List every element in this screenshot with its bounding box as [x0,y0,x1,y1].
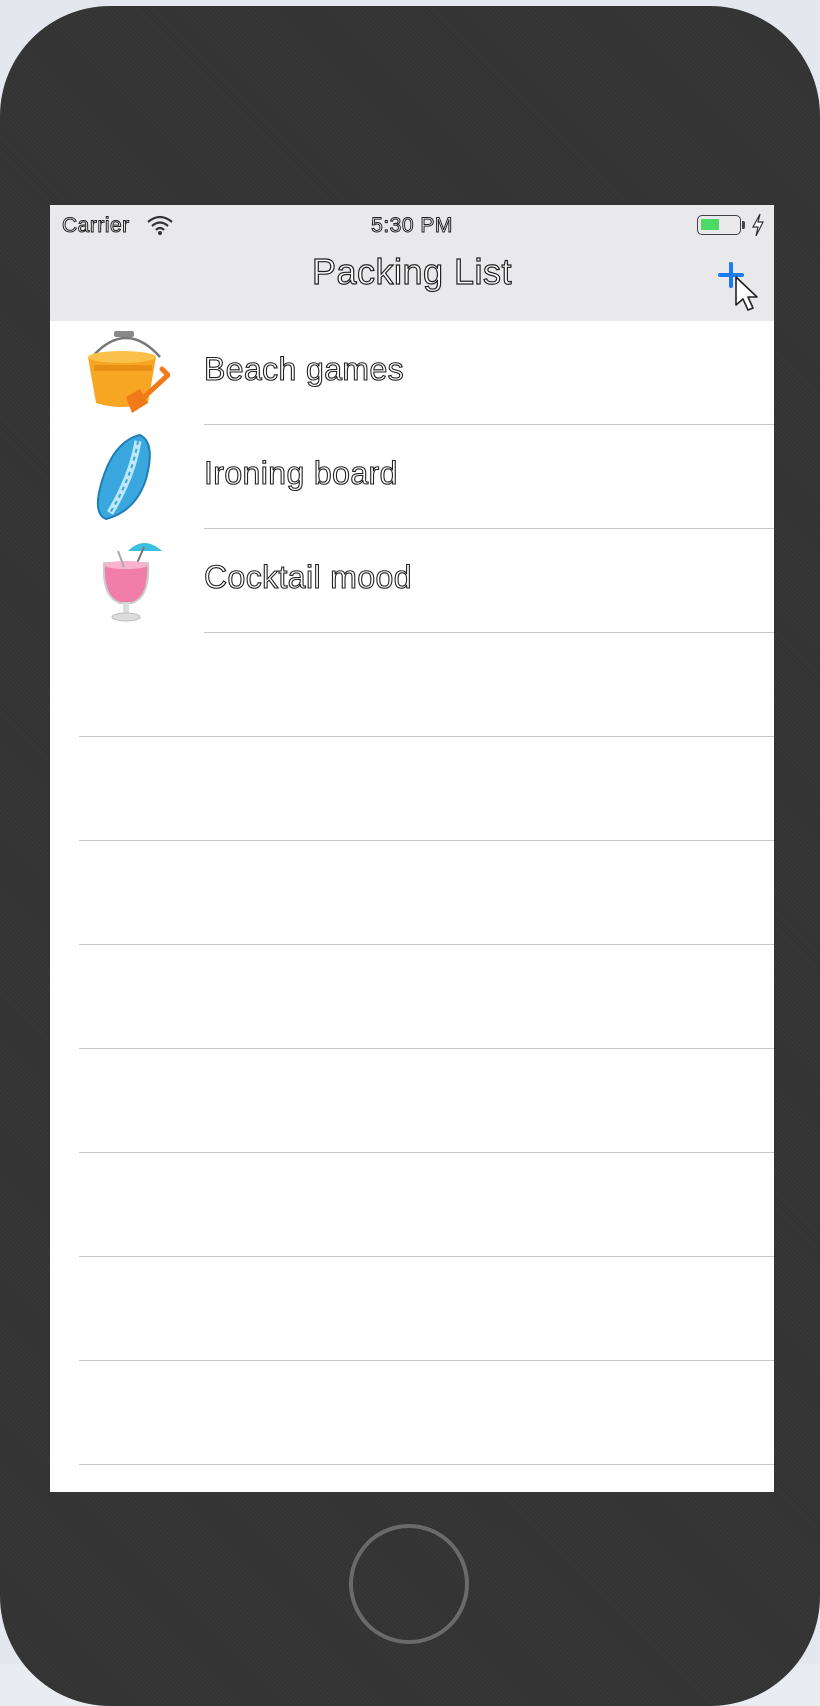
empty-row [50,1257,774,1361]
item-label: Beach games [203,350,405,387]
packing-list-table: Beach games Ironing board Cocktail mood [50,321,774,1465]
battery-level [701,219,719,230]
status-time: 5:30 PM [371,214,453,238]
empty-row [50,1361,774,1465]
empty-row [50,1153,774,1257]
row-separator [79,1464,774,1465]
home-button[interactable] [349,1524,469,1644]
mouse-pointer-icon [735,276,758,311]
charging-bolt-icon [751,213,764,237]
empty-row [50,1049,774,1153]
iphone-simulator-frame: Carrier 5:30 PM Packing List Beach games… [0,6,820,1706]
surfboard-icon [96,433,151,521]
list-item[interactable]: Cocktail mood [50,529,774,633]
app-screen: Carrier 5:30 PM Packing List Beach games… [50,205,774,1492]
list-item[interactable]: Ironing board [50,425,774,529]
list-item[interactable]: Beach games [50,321,774,425]
page-title: Packing List [311,250,513,292]
bucket-spade-icon [88,331,170,413]
item-label: Cocktail mood [203,558,412,595]
empty-row [50,633,774,737]
empty-row [50,945,774,1049]
empty-row [50,841,774,945]
item-label: Ironing board [203,454,398,491]
battery-tip [742,221,745,229]
battery-icon [697,215,741,235]
navigation-bar: Carrier 5:30 PM Packing List [50,205,774,321]
cocktail-icon [102,543,162,622]
empty-row [50,737,774,841]
status-bar: Carrier 5:30 PM [50,205,774,245]
